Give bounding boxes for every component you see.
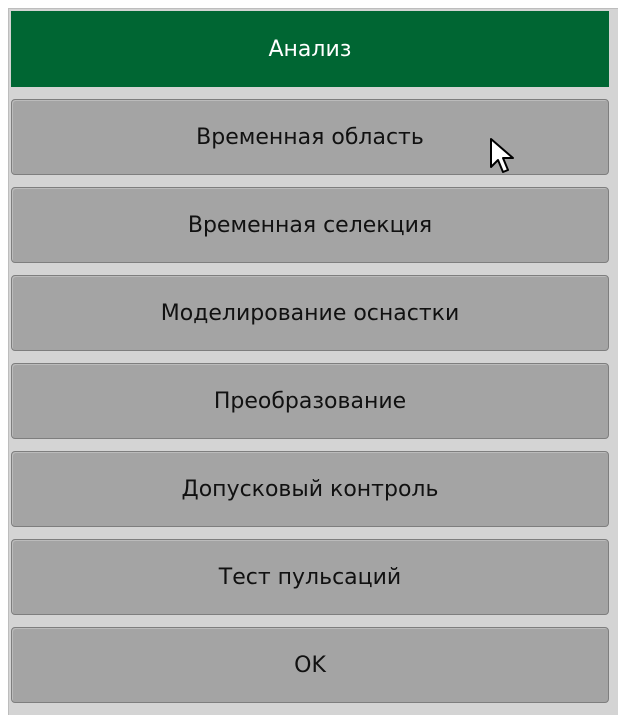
limit-test-button[interactable]: Допусковый контроль bbox=[11, 451, 609, 527]
menu-title: Анализ bbox=[11, 11, 609, 87]
ripple-test-label: Тест пульсаций bbox=[218, 564, 402, 590]
conversion-label: Преобразование bbox=[213, 388, 407, 414]
time-domain-button[interactable]: Временная область bbox=[11, 99, 609, 175]
ok-button[interactable]: OK bbox=[11, 627, 609, 703]
limit-test-label: Допусковый контроль bbox=[181, 476, 439, 502]
menu-title-label: Анализ bbox=[268, 36, 352, 62]
conversion-button[interactable]: Преобразование bbox=[11, 363, 609, 439]
ok-label: OK bbox=[294, 652, 326, 678]
time-gating-button[interactable]: Временная селекция bbox=[11, 187, 609, 263]
mouse-pointer-icon bbox=[490, 138, 514, 173]
fixture-simulation-label: Моделирование оснастки bbox=[160, 300, 460, 326]
ripple-test-button[interactable]: Тест пульсаций bbox=[11, 539, 609, 615]
time-domain-label: Временная область bbox=[196, 124, 424, 150]
time-gating-label: Временная селекция bbox=[187, 212, 433, 238]
fixture-simulation-button[interactable]: Моделирование оснастки bbox=[11, 275, 609, 351]
